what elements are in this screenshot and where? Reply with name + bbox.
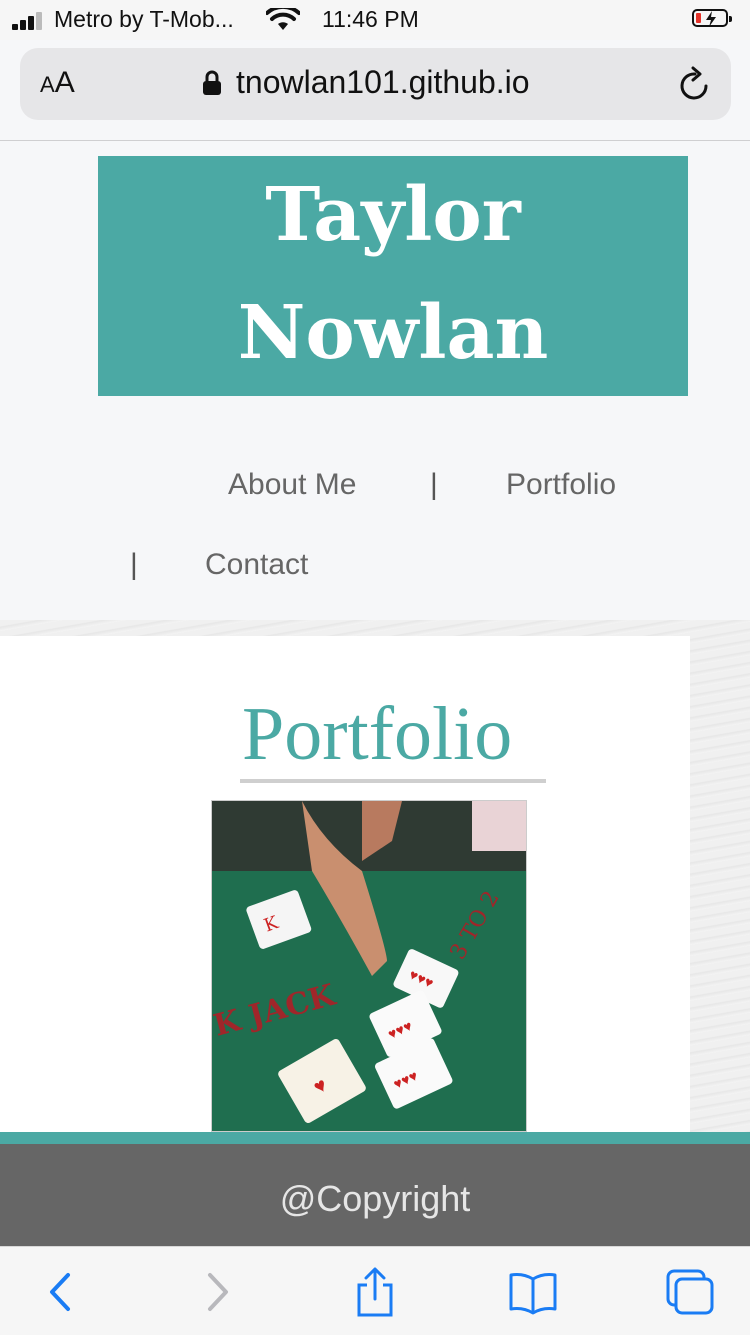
site-title-line2: Nowlan	[237, 290, 549, 376]
cellular-signal-icon	[12, 12, 48, 30]
wifi-icon	[266, 8, 300, 30]
site-title-banner: Taylor Nowlan	[98, 156, 688, 396]
heading-underline	[240, 779, 546, 783]
lock-icon	[203, 70, 221, 95]
forward-icon[interactable]	[188, 1267, 248, 1317]
site-footer: @Copyright	[0, 1144, 750, 1246]
section-heading: Portfolio	[242, 692, 513, 776]
chrome-divider	[0, 140, 750, 141]
nav-separator: |	[430, 468, 438, 501]
footer-accent-line	[0, 1132, 750, 1144]
browser-toolbar	[0, 1246, 750, 1335]
blackjack-project-image[interactable]: K ♥♥♥ ♥♥♥ ♥♥♥ ♥ K JACK 3 TO 2	[211, 800, 527, 1132]
back-icon[interactable]	[32, 1267, 92, 1317]
tabs-icon[interactable]	[660, 1267, 720, 1317]
status-bar: Metro by T-Mob... 11:46 PM	[0, 0, 750, 40]
bookmarks-icon[interactable]	[503, 1267, 563, 1317]
address-bar[interactable]: AA tnowlan101.github.io	[20, 48, 731, 120]
reload-icon[interactable]	[678, 66, 712, 102]
battery-charging-icon	[692, 9, 732, 27]
copyright-text: @Copyright	[279, 1178, 471, 1219]
url-text[interactable]: tnowlan101.github.io	[236, 64, 530, 101]
carrier-label: Metro by T-Mob...	[54, 6, 234, 32]
clock: 11:46 PM	[322, 6, 419, 32]
share-icon[interactable]	[345, 1267, 405, 1317]
nav-contact-link[interactable]: Contact	[205, 548, 308, 582]
site-title-line1: Taylor	[265, 172, 521, 258]
text-size-button[interactable]: AA	[40, 66, 75, 100]
nav-about-link[interactable]: About Me	[228, 468, 356, 502]
nav-separator: |	[130, 548, 138, 581]
nav-portfolio-link[interactable]: Portfolio	[506, 468, 616, 502]
